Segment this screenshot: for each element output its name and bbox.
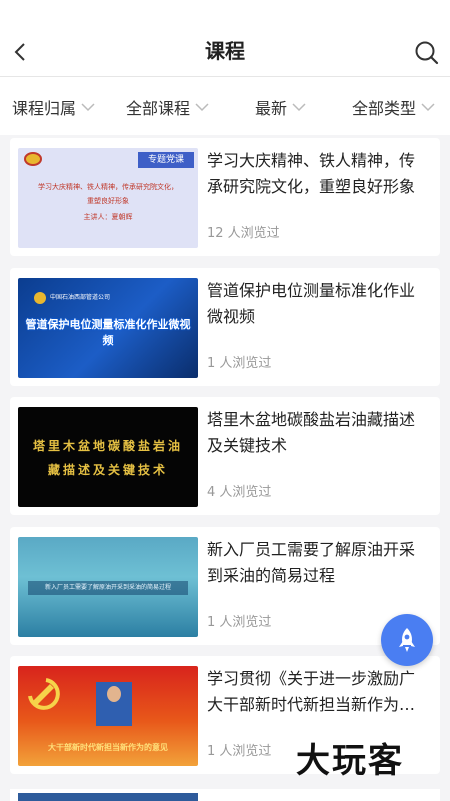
filter-label: 全部课程	[126, 99, 191, 118]
course-title: 学习贯彻《关于进一步激励广大干部新时代新担当新作为的意见》	[207, 669, 416, 714]
course-card[interactable]: 新入厂员工需要了解原油开采到采油的简易过程 新入厂员工需要了解原油开采到采油的简…	[10, 527, 440, 645]
course-card[interactable]: 专题党课 学习大庆精神、铁人精神，传承研究院文化， 重塑良好形象 主讲人：夏朝辉…	[10, 138, 440, 256]
filter-label: 全部类型	[352, 99, 417, 118]
course-title: 学习大庆精神、铁人精神，传承研究院文化，重塑良好形象	[207, 151, 416, 196]
course-card[interactable]: 塔里木盆地碳酸盐岩油 藏描述及关键技术 塔里木盆地碳酸盐岩油藏描述及关键技术 4…	[10, 397, 440, 515]
thumbnail-text: 塔里木盆地碳酸盐岩油	[32, 439, 183, 453]
course-thumbnail: 新入厂员工需要了解原油开采到采油的简易过程	[18, 537, 198, 637]
thumbnail-badge: 专题党课	[138, 152, 194, 168]
filter-label: 课程归属	[12, 99, 77, 118]
filter-course-ownership[interactable]: 课程归属	[12, 95, 95, 119]
view-count: 1 人浏览过	[207, 744, 272, 759]
filter-all-courses[interactable]: 全部课程	[126, 95, 209, 119]
thumbnail-text: 大干部新时代新担当新作为的意见	[48, 743, 168, 752]
thumbnail-text: 新入厂员工需要了解原油开采到采油的简易过程	[28, 581, 188, 595]
course-thumbnail: 中国石油西部管道公司 管道保护电位测量标准化作业微视频	[18, 278, 198, 378]
course-title: 塔里木盆地碳酸盐岩油藏描述及关键技术	[207, 410, 416, 455]
logo-icon	[24, 152, 42, 166]
party-emblem-icon	[28, 678, 60, 710]
course-thumbnail: 塔里木盆地碳酸盐岩油 藏描述及关键技术	[18, 407, 198, 507]
header: 课程	[0, 0, 450, 77]
course-thumbnail	[18, 793, 198, 801]
filter-label: 最新	[255, 99, 288, 118]
thumbnail-text: 主讲人：夏朝辉	[83, 213, 133, 221]
course-thumbnail: 大干部新时代新担当新作为的意见	[18, 666, 198, 766]
speaker-head	[107, 686, 121, 702]
filter-all-types[interactable]: 全部类型	[352, 95, 435, 119]
chevron-down-icon	[195, 103, 209, 112]
search-icon[interactable]	[414, 40, 440, 66]
view-count: 12 人浏览过	[207, 226, 280, 241]
view-count: 1 人浏览过	[207, 356, 272, 371]
thumbnail-text: 重塑良好形象	[87, 197, 129, 205]
filter-bar: 课程归属 全部课程 最新 全部类型	[0, 77, 450, 135]
view-count: 1 人浏览过	[207, 615, 272, 630]
course-title: 新入厂员工需要了解原油开采到采油的简易过程	[207, 540, 416, 585]
rocket-fab-button[interactable]	[381, 614, 433, 666]
course-title: 管道保护电位测量标准化作业微视频	[207, 281, 416, 326]
thumbnail-text: 管道保护电位测量标准化作业微视频	[25, 318, 191, 347]
rocket-icon	[399, 628, 415, 652]
chevron-down-icon	[292, 103, 306, 112]
logo-icon	[34, 292, 46, 304]
thumbnail-org: 中国石油西部管道公司	[50, 294, 111, 301]
thumbnail-text: 学习大庆精神、铁人精神，传承研究院文化，	[38, 183, 178, 191]
course-card[interactable]: 中国石油西部管道公司 管道保护电位测量标准化作业微视频 管道保护电位测量标准化作…	[10, 268, 440, 386]
course-thumbnail: 专题党课 学习大庆精神、铁人精神，传承研究院文化， 重塑良好形象 主讲人：夏朝辉	[18, 148, 198, 248]
course-card-partial[interactable]	[10, 789, 440, 801]
thumbnail-text: 藏描述及关键技术	[47, 463, 168, 477]
chevron-down-icon	[81, 103, 95, 112]
watermark-logo: 大玩客	[296, 741, 404, 781]
chevron-down-icon	[421, 103, 435, 112]
filter-latest[interactable]: 最新	[255, 95, 306, 119]
page-title: 课程	[205, 39, 245, 63]
view-count: 4 人浏览过	[207, 485, 272, 500]
